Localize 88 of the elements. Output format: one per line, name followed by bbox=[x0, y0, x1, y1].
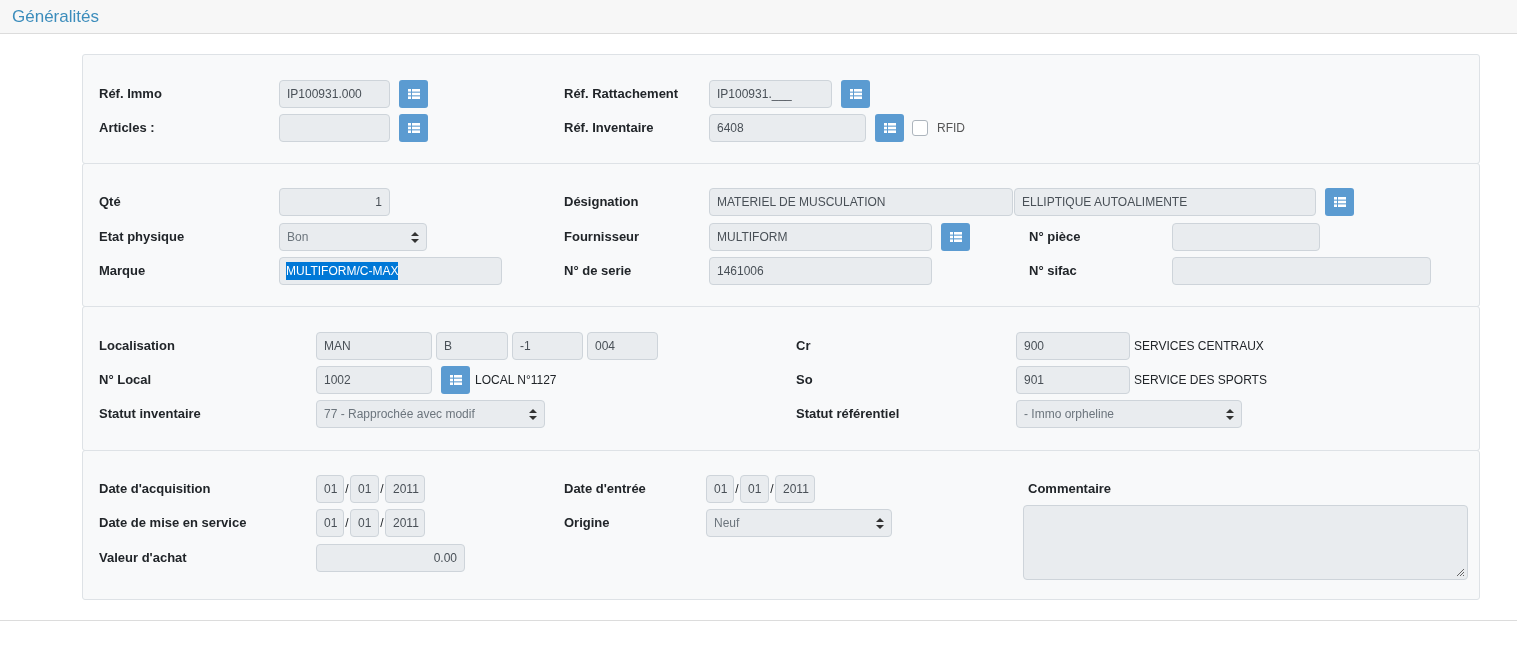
table-list-icon bbox=[449, 375, 462, 385]
resize-handle-icon[interactable] bbox=[1456, 568, 1465, 577]
input-field[interactable]: 1461006 bbox=[709, 257, 932, 285]
field-label: Qté bbox=[99, 193, 122, 212]
field-label: Date de mise en service bbox=[99, 514, 248, 533]
list-button[interactable] bbox=[1325, 188, 1354, 216]
field-label: Réf. Rattachement bbox=[564, 85, 680, 104]
select-field[interactable]: Neuf bbox=[706, 509, 892, 537]
list-button[interactable] bbox=[841, 80, 870, 108]
select-field[interactable]: 77 - Rapprochée avec modif bbox=[316, 400, 545, 428]
field-label: Réf. Inventaire bbox=[564, 119, 655, 138]
list-button[interactable] bbox=[875, 114, 904, 142]
field-label: N° de serie bbox=[564, 262, 633, 281]
input-field[interactable]: 004 bbox=[587, 332, 658, 360]
field-label: Cr bbox=[796, 337, 812, 356]
list-button[interactable] bbox=[941, 223, 970, 251]
field-description: SERVICES CENTRAUX bbox=[1134, 338, 1264, 355]
table-list-icon bbox=[407, 123, 420, 133]
input-field[interactable]: MAN bbox=[316, 332, 432, 360]
input-field[interactable] bbox=[1172, 223, 1320, 251]
date-separator: / bbox=[344, 481, 350, 498]
date-separator: / bbox=[379, 481, 385, 498]
caret-icon bbox=[529, 408, 537, 420]
field-label: Date d'entrée bbox=[564, 480, 647, 499]
input-field[interactable]: 900 bbox=[1016, 332, 1130, 360]
field-label: Fournisseur bbox=[564, 228, 641, 247]
field-label: Commentaire bbox=[1027, 480, 1112, 499]
date-separator: / bbox=[344, 515, 350, 532]
field-label: Désignation bbox=[564, 193, 640, 212]
select-field[interactable]: - Immo orpheline bbox=[1016, 400, 1242, 428]
input-field[interactable]: 2011 bbox=[385, 475, 425, 503]
list-button[interactable] bbox=[399, 114, 428, 142]
input-field[interactable]: ELLIPTIQUE AUTOALIMENTE bbox=[1014, 188, 1316, 216]
checkbox-label: RFID bbox=[937, 120, 965, 137]
input-field[interactable]: 01 bbox=[740, 475, 769, 503]
input-field[interactable]: 2011 bbox=[385, 509, 425, 537]
input-field[interactable]: 01 bbox=[316, 509, 344, 537]
field-label: Etat physique bbox=[99, 228, 186, 247]
field-label: Date d'acquisition bbox=[99, 480, 212, 499]
input-field[interactable]: 901 bbox=[1016, 366, 1130, 394]
caret-icon bbox=[1226, 408, 1234, 420]
input-field[interactable]: 01 bbox=[350, 475, 379, 503]
input-field[interactable]: MULTIFORM/C-MAX bbox=[279, 257, 502, 285]
input-field[interactable]: 1 bbox=[279, 188, 390, 216]
field-label: Réf. Immo bbox=[99, 85, 163, 104]
field-label: N° pièce bbox=[1029, 228, 1082, 247]
field-label: Statut inventaire bbox=[99, 405, 202, 424]
list-button[interactable] bbox=[399, 80, 428, 108]
input-field[interactable]: MULTIFORM bbox=[709, 223, 932, 251]
field-label: Valeur d'achat bbox=[99, 549, 188, 568]
list-button[interactable] bbox=[441, 366, 470, 394]
date-separator: / bbox=[734, 481, 740, 498]
input-field[interactable]: 01 bbox=[706, 475, 734, 503]
caret-icon bbox=[411, 231, 419, 243]
section-title: Généralités bbox=[12, 5, 99, 28]
date-separator: / bbox=[379, 515, 385, 532]
input-field[interactable]: 0.00 bbox=[316, 544, 465, 572]
input-field[interactable]: IP100931.___ bbox=[709, 80, 832, 108]
field-label: N° Local bbox=[99, 371, 153, 390]
field-label: Marque bbox=[99, 262, 147, 281]
field-label: N° sifac bbox=[1029, 262, 1078, 281]
input-field[interactable]: IP100931.000 bbox=[279, 80, 390, 108]
table-list-icon bbox=[949, 232, 962, 242]
input-field[interactable]: 2011 bbox=[775, 475, 815, 503]
input-field[interactable] bbox=[1172, 257, 1431, 285]
field-label: Localisation bbox=[99, 337, 176, 356]
input-field[interactable]: -1 bbox=[512, 332, 583, 360]
field-label: Articles : bbox=[99, 119, 156, 138]
select-field[interactable]: Bon bbox=[279, 223, 427, 251]
input-field[interactable]: B bbox=[436, 332, 508, 360]
field-label: So bbox=[796, 371, 814, 390]
input-field[interactable] bbox=[279, 114, 390, 142]
input-field[interactable]: 1002 bbox=[316, 366, 432, 394]
input-field[interactable]: MATERIEL DE MUSCULATION bbox=[709, 188, 1013, 216]
rfid-checkbox[interactable] bbox=[912, 120, 928, 136]
table-list-icon bbox=[407, 89, 420, 99]
field-description: SERVICE DES SPORTS bbox=[1134, 372, 1267, 389]
input-field[interactable]: 6408 bbox=[709, 114, 866, 142]
field-description: LOCAL N°1127 bbox=[475, 372, 557, 389]
date-separator: / bbox=[769, 481, 775, 498]
table-list-icon bbox=[1333, 197, 1346, 207]
caret-icon bbox=[876, 517, 884, 529]
input-field[interactable]: 01 bbox=[350, 509, 379, 537]
table-list-icon bbox=[849, 89, 862, 99]
field-label: Statut référentiel bbox=[796, 405, 901, 424]
table-list-icon bbox=[883, 123, 896, 133]
input-field[interactable]: 01 bbox=[316, 475, 344, 503]
field-label: Origine bbox=[564, 514, 611, 533]
